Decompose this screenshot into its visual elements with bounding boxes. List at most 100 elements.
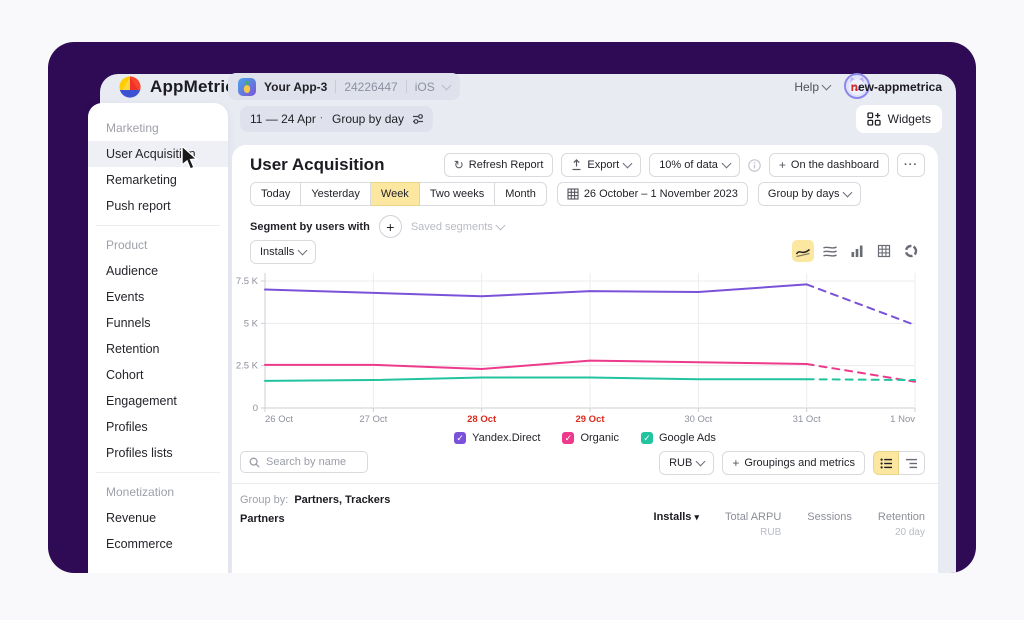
global-group-by-label: Group by days	[332, 112, 410, 126]
tab-month[interactable]: Month	[495, 182, 547, 206]
legend-item-organic[interactable]: ✓Organic	[562, 432, 619, 444]
saved-segments-dropdown[interactable]: Saved segments	[411, 221, 504, 233]
chevron-down-icon	[623, 159, 633, 169]
table-controls: RUB + Groupings and metrics	[659, 451, 925, 475]
chart-plot[interactable]: 02.5 K5 K7.5 K26 Oct27 Oct28 Oct29 Oct30…	[232, 255, 938, 427]
appmetrica-logo-icon	[118, 75, 142, 99]
filters-button[interactable]	[404, 106, 431, 132]
more-menu-button[interactable]: ···	[897, 153, 925, 177]
groupings-metrics-button[interactable]: + Groupings and metrics	[722, 451, 865, 475]
column-sessions[interactable]: Sessions	[807, 511, 852, 538]
refresh-label: Refresh Report	[469, 159, 544, 171]
period-controls: TodayYesterdayWeekTwo weeksMonth 26 Octo…	[250, 182, 861, 206]
legend-item-yandex-direct[interactable]: ✓Yandex.Direct	[454, 432, 540, 444]
tab-yesterday[interactable]: Yesterday	[301, 182, 371, 206]
currency-selector[interactable]: RUB	[659, 451, 714, 475]
help-menu[interactable]: Help	[794, 80, 830, 94]
list-view-button[interactable]	[873, 451, 899, 475]
column-sublabel: RUB	[725, 527, 781, 538]
chevron-down-icon	[822, 81, 832, 91]
app-window: AppMetrica Your App-3 24226447 iOS Help	[48, 42, 976, 573]
more-icon: ···	[904, 159, 918, 171]
table-columns: Installs ▾ Total ARPU RUB Sessions Retenti…	[654, 511, 925, 538]
account-name[interactable]: new-appmetrica	[851, 80, 942, 94]
export-label: Export	[587, 159, 619, 171]
segment-label: Segment by users with	[250, 221, 370, 233]
sidebar-item-profiles-lists[interactable]: Profiles lists	[88, 440, 228, 466]
sidebar-section-product: Product	[88, 232, 228, 258]
screen: AppMetrica Your App-3 24226447 iOS Help	[0, 0, 1024, 620]
export-icon	[571, 159, 582, 171]
sidebar-item-ecommerce[interactable]: Ecommerce	[88, 531, 228, 557]
sidebar-item-push-report[interactable]: Push report	[88, 193, 228, 219]
separator	[406, 80, 407, 93]
report-actions: ↻ Refresh Report Export 10% of data	[444, 153, 925, 177]
sort-desc-icon: ▾	[694, 512, 699, 522]
app-selector[interactable]: Your App-3 24226447 iOS	[228, 73, 460, 100]
groupings-metrics-label: Groupings and metrics	[744, 457, 855, 469]
svg-text:2.5 K: 2.5 K	[236, 361, 259, 372]
column-sublabel	[807, 527, 852, 538]
sidebar-item-user-acquisition[interactable]: User Acquisition	[88, 141, 228, 167]
chevron-down-icon	[441, 80, 451, 90]
app-id: 24226447	[344, 80, 397, 94]
column-total-arpu[interactable]: Total ARPU RUB	[725, 511, 781, 538]
group-by-value[interactable]: Partners, Trackers	[294, 494, 390, 506]
sidebar-item-events[interactable]: Events	[88, 284, 228, 310]
svg-text:28 Oct: 28 Oct	[467, 414, 497, 425]
global-date-range-label: 11 — 24 Apr	[250, 112, 316, 126]
tree-view-button[interactable]	[899, 451, 925, 475]
svg-text:30 Oct: 30 Oct	[684, 414, 712, 425]
table-row-header: Partners	[240, 513, 285, 525]
period-tabs: TodayYesterdayWeekTwo weeksMonth	[250, 182, 547, 206]
sampling-button[interactable]: 10% of data	[649, 153, 740, 177]
sidebar-item-revenue[interactable]: Revenue	[88, 505, 228, 531]
refresh-icon: ↻	[454, 159, 464, 171]
search-icon	[249, 457, 260, 468]
report-panel: User Acquisition ↻ Refresh Report Export…	[232, 145, 938, 573]
sliders-icon	[411, 112, 425, 126]
tab-week[interactable]: Week	[371, 182, 420, 206]
legend-item-google-ads[interactable]: ✓Google Ads	[641, 432, 716, 444]
sidebar-section-monetization: Monetization	[88, 479, 228, 505]
chevron-down-icon	[696, 457, 706, 467]
chevron-down-icon	[721, 159, 731, 169]
report-date-range-label: 26 October – 1 November 2023	[584, 188, 738, 200]
report-group-by-button[interactable]: Group by days	[758, 182, 862, 206]
on-dashboard-button[interactable]: + On the dashboard	[769, 153, 889, 177]
appmetrica-logo[interactable]: AppMetrica	[118, 75, 245, 99]
column-label: Installs ▾	[654, 511, 700, 523]
info-icon[interactable]	[748, 159, 761, 172]
column-retention[interactable]: Retention20 day	[878, 511, 925, 538]
divider	[232, 483, 938, 484]
report-date-range-button[interactable]: 26 October – 1 November 2023	[557, 182, 748, 206]
sidebar-nav: MarketingUser AcquisitionRemarketingPush…	[88, 103, 228, 573]
sidebar-item-cohort[interactable]: Cohort	[88, 362, 228, 388]
checkbox-icon: ✓	[562, 432, 574, 444]
tab-two-weeks[interactable]: Two weeks	[420, 182, 495, 206]
sidebar-item-engagement[interactable]: Engagement	[88, 388, 228, 414]
report-group-by-label: Group by days	[768, 188, 840, 200]
column-sublabel: 20 day	[878, 527, 925, 538]
sampling-label: 10% of data	[659, 159, 718, 171]
tab-today[interactable]: Today	[250, 182, 301, 206]
sidebar-item-remarketing[interactable]: Remarketing	[88, 167, 228, 193]
column-label: Total ARPU	[725, 511, 781, 523]
app-icon	[238, 78, 256, 96]
add-segment-button[interactable]: +	[379, 215, 402, 238]
help-label: Help	[794, 80, 819, 94]
svg-text:0: 0	[253, 403, 258, 414]
table-toolbar: Search by name RUB + Groupings and metri…	[232, 451, 938, 475]
widgets-button[interactable]: Widgets	[856, 105, 942, 133]
sidebar-item-profiles[interactable]: Profiles	[88, 414, 228, 440]
search-placeholder: Search by name	[266, 456, 346, 468]
legend-label: Yandex.Direct	[472, 432, 540, 444]
sidebar-item-retention[interactable]: Retention	[88, 336, 228, 362]
sidebar-item-funnels[interactable]: Funnels	[88, 310, 228, 336]
column-installs[interactable]: Installs ▾	[654, 511, 700, 538]
search-input[interactable]: Search by name	[240, 451, 368, 473]
sidebar-item-audience[interactable]: Audience	[88, 258, 228, 284]
refresh-report-button[interactable]: ↻ Refresh Report	[444, 153, 554, 177]
export-button[interactable]: Export	[561, 153, 641, 177]
separator	[335, 80, 336, 93]
